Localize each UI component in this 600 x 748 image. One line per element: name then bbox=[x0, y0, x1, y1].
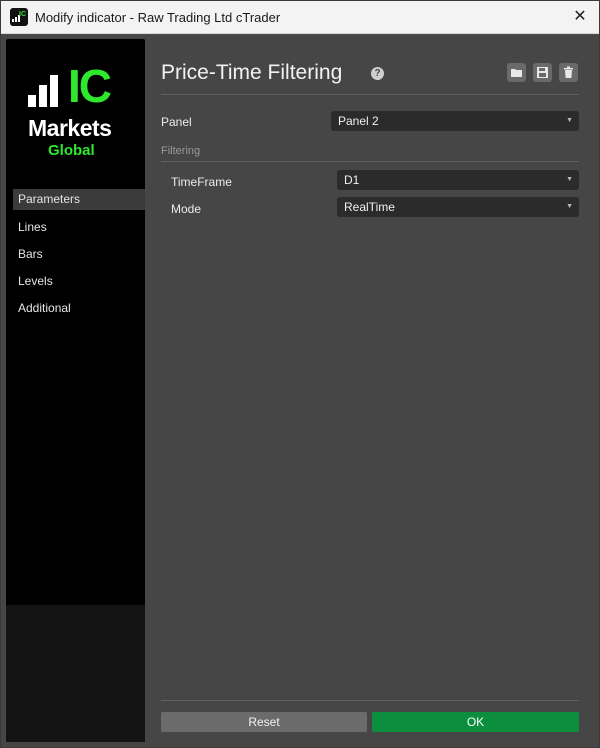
sidebar-nav: Parameters Lines Bars Levels Additional bbox=[13, 189, 145, 324]
delete-icon[interactable] bbox=[559, 63, 578, 82]
mode-select[interactable]: RealTime ▼ bbox=[337, 197, 579, 217]
dialog-content: IC Markets Global Parameters Lines Bars … bbox=[1, 35, 599, 747]
timeframe-label: TimeFrame bbox=[171, 175, 232, 189]
panel-label: Panel bbox=[161, 115, 192, 129]
chevron-down-icon: ▼ bbox=[566, 176, 573, 183]
footer-divider bbox=[161, 700, 579, 701]
title-bar: IC Modify indicator - Raw Trading Ltd cT… bbox=[1, 1, 599, 34]
modify-indicator-window: IC Modify indicator - Raw Trading Ltd cT… bbox=[0, 0, 600, 748]
sidebar-item-additional[interactable]: Additional bbox=[13, 297, 145, 324]
sidebar-item-levels[interactable]: Levels bbox=[13, 270, 145, 297]
sidebar-item-bars[interactable]: Bars bbox=[13, 243, 145, 270]
filtering-divider bbox=[161, 161, 579, 162]
reset-button[interactable]: Reset bbox=[161, 712, 367, 732]
filtering-section-label: Filtering bbox=[161, 145, 201, 157]
close-button[interactable]: ✕ bbox=[569, 6, 591, 28]
timeframe-select-value: D1 bbox=[344, 173, 360, 187]
sidebar-item-parameters[interactable]: Parameters bbox=[13, 189, 145, 210]
logo-bars-icon bbox=[28, 69, 68, 107]
ic-markets-logo: IC Markets Global bbox=[26, 60, 126, 163]
help-icon[interactable]: ? bbox=[371, 67, 384, 80]
chevron-down-icon: ▼ bbox=[566, 117, 573, 124]
app-icon: IC bbox=[10, 8, 28, 26]
page-title: Price-Time Filtering bbox=[161, 61, 343, 84]
ok-button[interactable]: OK bbox=[372, 712, 579, 732]
sidebar: IC Markets Global Parameters Lines Bars … bbox=[6, 39, 145, 742]
logo-global-text: Global bbox=[48, 142, 95, 159]
title-divider bbox=[161, 94, 579, 95]
main-panel: Price-Time Filtering ? Panel Panel 2 ▼ F… bbox=[161, 35, 579, 747]
save-icon[interactable] bbox=[533, 63, 552, 82]
logo-markets-text: Markets bbox=[28, 115, 112, 141]
open-folder-icon[interactable] bbox=[507, 63, 526, 82]
window-title: Modify indicator - Raw Trading Ltd cTrad… bbox=[35, 10, 281, 25]
logo-ic-text: IC bbox=[68, 60, 112, 112]
sidebar-footer bbox=[6, 605, 145, 742]
panel-select-value: Panel 2 bbox=[338, 114, 379, 128]
mode-select-value: RealTime bbox=[344, 200, 395, 214]
sidebar-item-lines[interactable]: Lines bbox=[13, 216, 145, 243]
timeframe-select[interactable]: D1 ▼ bbox=[337, 170, 579, 190]
mode-label: Mode bbox=[171, 202, 202, 216]
chevron-down-icon: ▼ bbox=[566, 203, 573, 210]
panel-select[interactable]: Panel 2 ▼ bbox=[331, 111, 579, 131]
